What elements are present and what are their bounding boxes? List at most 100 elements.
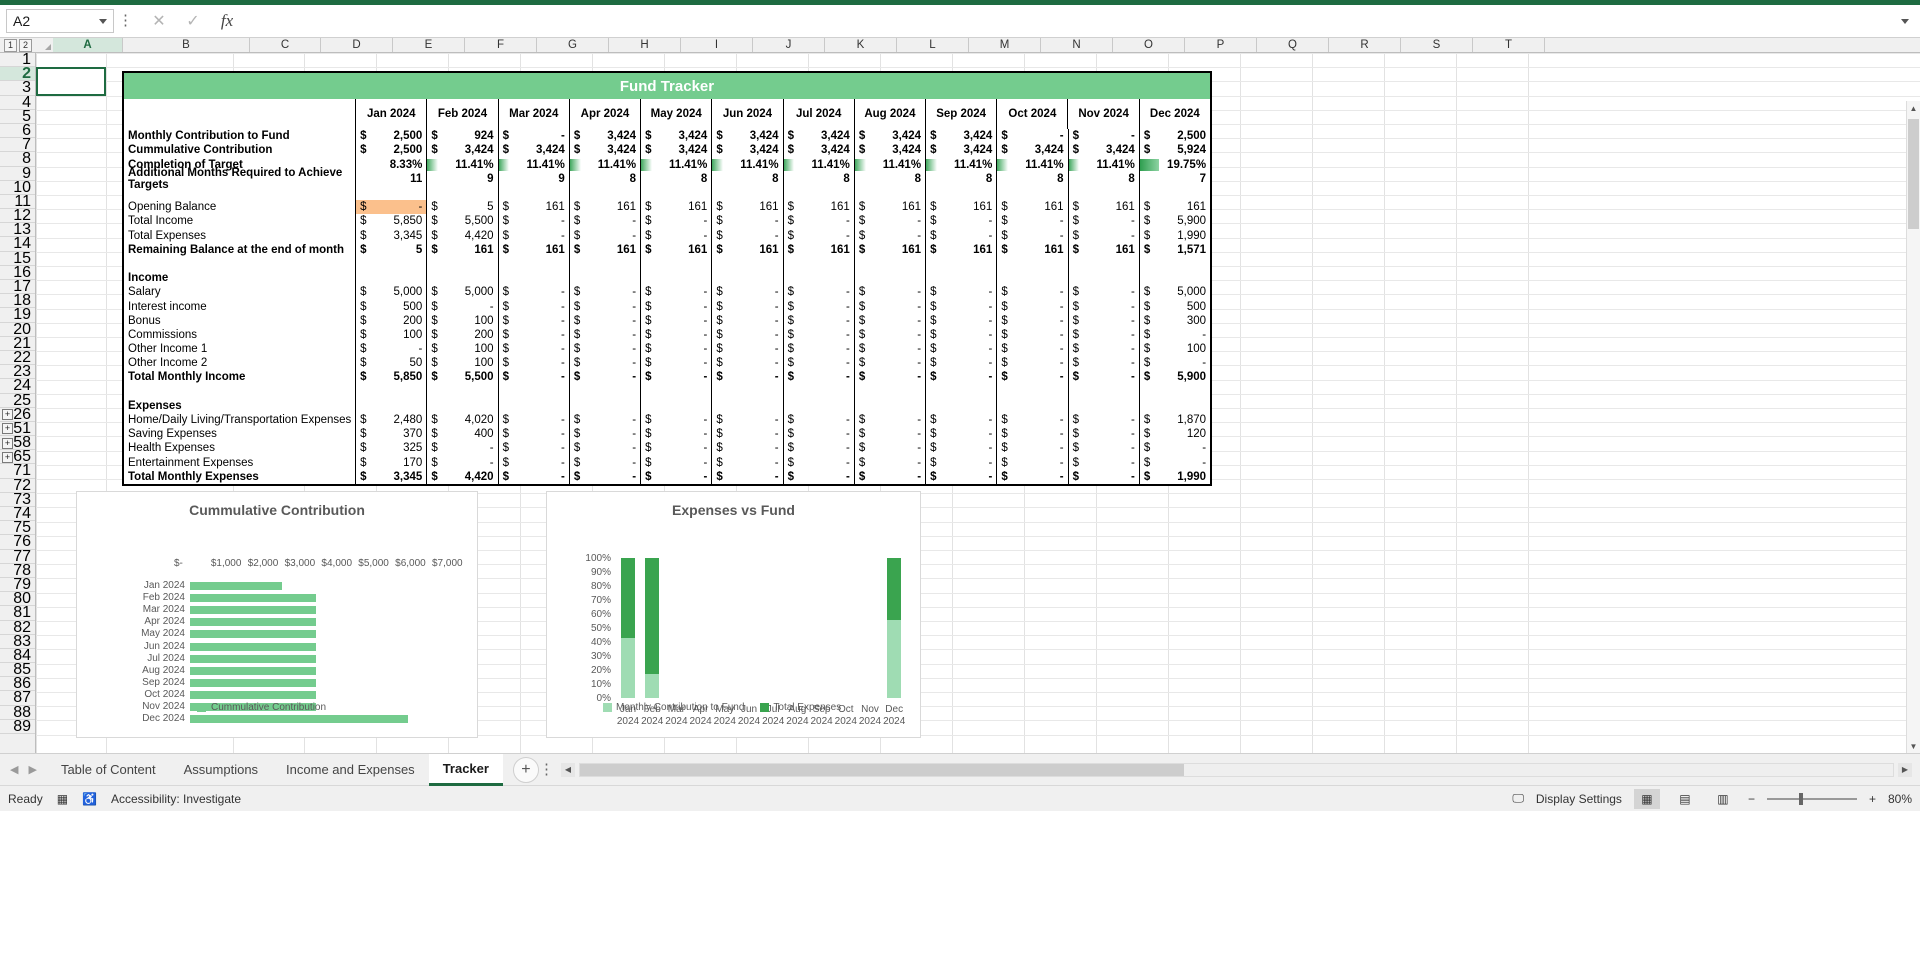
data-cell[interactable]: $ - [568,313,640,328]
data-cell[interactable] [925,185,996,201]
data-cell[interactable]: $ - [568,427,640,442]
data-cell[interactable]: $161 [568,242,640,257]
data-cell[interactable]: $ - [782,469,854,484]
data-cell[interactable]: 8 [640,171,711,186]
data-cell[interactable] [1138,256,1210,272]
data-cell[interactable]: $ - [568,412,640,428]
data-cell[interactable]: $ - [1067,370,1139,385]
column-header-c[interactable]: C [250,38,321,52]
data-cell[interactable]: $200 [426,327,497,342]
selected-cell-A2[interactable] [36,67,106,96]
data-cell[interactable]: $ - [497,214,569,229]
data-cell[interactable]: $ - [640,356,711,371]
data-cell[interactable]: $ - [996,441,1067,456]
data-cell[interactable]: $ - [1067,313,1139,328]
data-cell[interactable] [853,271,925,286]
column-header-i[interactable]: I [681,38,753,52]
data-cell[interactable]: $500 [355,299,426,314]
data-cell[interactable]: $5,500 [426,370,497,385]
data-cell[interactable]: $161 [925,242,996,257]
data-cell[interactable]: $ - [640,228,711,243]
data-cell[interactable]: $3,424 [925,129,996,144]
data-cell[interactable]: $ - [996,412,1067,428]
data-cell[interactable] [497,256,569,272]
data-cell[interactable]: $ - [426,299,497,314]
add-sheet-button[interactable]: + [512,756,539,783]
hscroll-thumb[interactable] [579,763,1184,776]
page-layout-view-icon[interactable]: ▤ [1672,789,1698,809]
data-cell[interactable] [355,271,426,286]
data-cell[interactable]: $ - [640,342,711,357]
data-cell[interactable] [640,271,711,286]
data-cell[interactable]: $ - [568,285,640,300]
data-cell[interactable] [497,398,569,413]
data-cell[interactable] [426,384,497,399]
data-cell[interactable]: $3,424 [711,143,782,158]
data-cell[interactable]: $100 [355,327,426,342]
data-cell[interactable]: $4,420 [426,228,497,243]
outline-expand-button-row-51[interactable]: + [2,423,13,435]
data-cell[interactable]: $ - [925,313,996,328]
data-cell[interactable]: $ - [853,441,925,456]
data-cell[interactable]: 8 [996,171,1067,186]
display-settings-label[interactable]: Display Settings [1536,792,1622,806]
data-cell[interactable]: $200 [355,313,426,328]
data-cell[interactable]: $ - [426,455,497,470]
data-cell[interactable]: $ - [996,342,1067,357]
data-cell[interactable]: $ - [1067,427,1139,442]
column-header-o[interactable]: O [1113,38,1185,52]
data-cell[interactable]: $ - [640,285,711,300]
data-cell[interactable]: 9 [426,171,497,186]
data-cell[interactable]: $ - [782,214,854,229]
accessibility-status[interactable]: Accessibility: Investigate [111,792,241,806]
data-cell[interactable]: $161 [711,242,782,257]
data-cell[interactable]: $ - [925,455,996,470]
data-cell[interactable]: 8 [925,171,996,186]
data-cell[interactable]: $ - [497,356,569,371]
data-cell[interactable]: $ - [497,455,569,470]
data-cell[interactable] [426,271,497,286]
scroll-up-icon[interactable]: ▲ [1907,101,1920,115]
data-cell[interactable] [1138,271,1210,286]
data-cell[interactable]: $161 [1067,200,1139,215]
data-cell[interactable]: $ - [711,455,782,470]
data-cell[interactable]: $ - [996,427,1067,442]
data-cell[interactable]: 11.41% [426,157,497,172]
data-cell[interactable]: $50 [355,356,426,371]
data-cell[interactable]: $ - [568,356,640,371]
data-cell[interactable] [996,271,1067,286]
worksheet-canvas[interactable]: Fund Tracker Jan 2024 Feb 2024 Mar 2024 Apr… [36,53,1920,753]
sheet-tab-assumptions[interactable]: Assumptions [170,754,272,786]
data-cell[interactable]: $ - [640,455,711,470]
select-all-corner[interactable] [36,38,53,52]
data-cell[interactable]: $3,424 [782,143,854,158]
data-cell[interactable]: $ - [782,370,854,385]
data-cell[interactable]: 11.41% [1067,157,1139,172]
data-cell[interactable]: $ - [782,356,854,371]
data-cell[interactable]: $3,424 [568,129,640,144]
data-cell[interactable]: $ - [782,285,854,300]
data-cell[interactable]: $924 [426,129,497,144]
data-cell[interactable]: $ - [996,214,1067,229]
data-cell[interactable]: 19.75% [1138,157,1210,172]
vertical-scroll-thumb[interactable] [1908,119,1919,229]
data-cell[interactable] [568,398,640,413]
data-cell[interactable]: $ - [640,427,711,442]
column-header-b[interactable]: B [123,38,250,52]
data-cell[interactable]: 11.41% [853,157,925,172]
data-cell[interactable]: $161 [497,200,569,215]
data-cell[interactable] [853,185,925,201]
data-cell[interactable] [711,271,782,286]
data-cell[interactable]: $ - [711,299,782,314]
data-cell[interactable]: $4,020 [426,412,497,428]
hscroll-left-icon[interactable]: ◀ [560,762,575,777]
hscroll-track[interactable] [578,762,1894,777]
outline-expand-button-row-58[interactable]: + [2,437,13,449]
data-cell[interactable]: $ - [640,412,711,428]
data-cell[interactable] [925,271,996,286]
data-cell[interactable] [925,256,996,272]
data-cell[interactable]: $161 [925,200,996,215]
data-cell[interactable]: $ - [711,412,782,428]
data-cell[interactable]: $ - [853,412,925,428]
hscroll-right-icon[interactable]: ▶ [1898,762,1912,777]
